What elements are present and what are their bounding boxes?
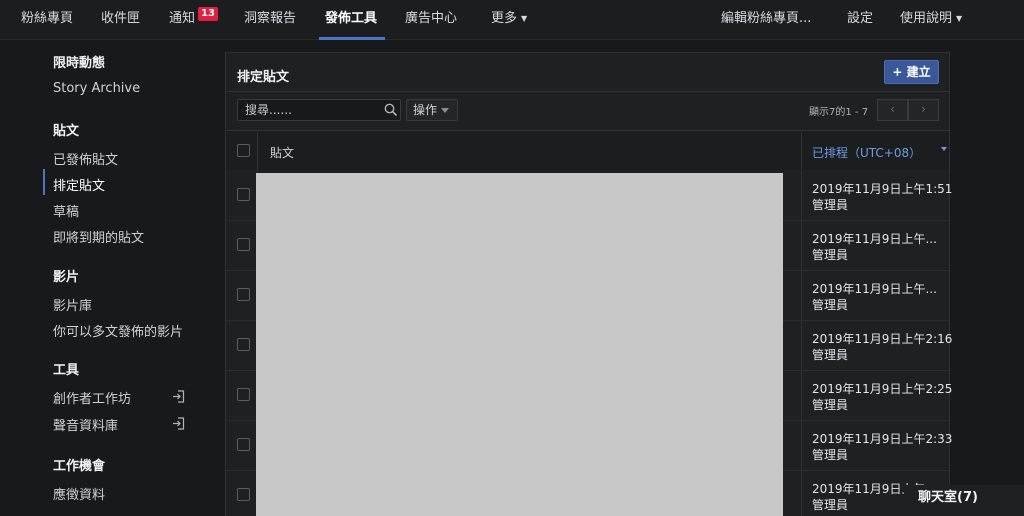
- row-checkbox[interactable]: [237, 288, 250, 301]
- caret-down-icon: [441, 108, 449, 113]
- nav-ad-center[interactable]: 廣告中心: [405, 0, 457, 40]
- table-header: 貼文 已排程（UTC+08）: [226, 131, 949, 170]
- column-header-post: 貼文: [270, 146, 295, 160]
- column-divider: [801, 321, 802, 371]
- nav-edit-page[interactable]: 編輯粉絲專頁...: [721, 0, 811, 40]
- post-author: 管理員: [812, 248, 849, 262]
- scheduled-time: 2019年11月9日上午2:33: [812, 432, 953, 446]
- notification-badge: 13: [198, 7, 218, 21]
- sidebar-item-video-library[interactable]: 影片庫: [53, 295, 92, 314]
- next-page-button[interactable]: ›: [908, 99, 939, 121]
- row-checkbox[interactable]: [237, 238, 250, 251]
- sidebar-active-indicator: [43, 169, 45, 195]
- external-link-icon[interactable]: [172, 390, 185, 403]
- column-divider: [257, 131, 258, 170]
- scheduled-time: 2019年11月9日上午1:51: [812, 182, 953, 196]
- row-checkbox[interactable]: [237, 488, 250, 501]
- row-checkbox[interactable]: [237, 338, 250, 351]
- sidebar-heading-posts: 貼文: [53, 124, 80, 139]
- sidebar-item-sound-collection[interactable]: 聲音資料庫: [53, 415, 118, 434]
- actions-dropdown-label: 操作: [413, 103, 438, 117]
- column-divider: [801, 371, 802, 421]
- nav-insights-label: 洞察報告: [244, 11, 297, 26]
- sidebar-item-story-archive[interactable]: Story Archive: [53, 81, 140, 96]
- nav-more-label: 更多: [491, 11, 518, 26]
- sidebar-item-crosspost-videos[interactable]: 你可以多文發佈的影片: [53, 321, 183, 340]
- sort-descending-icon[interactable]: [941, 147, 947, 151]
- nav-notifications-label: 通知: [169, 11, 196, 26]
- external-link-icon[interactable]: [172, 417, 185, 430]
- scheduled-time: 2019年11月9日上午2:16: [812, 332, 953, 346]
- sidebar-heading-tools: 工具: [53, 363, 80, 378]
- sidebar: 限時動態 Story Archive 貼文 已發佈貼文 排定貼文 草稿 即將到期…: [0, 41, 222, 516]
- caret-down-icon: ▼: [956, 14, 963, 23]
- caret-down-icon: ▼: [521, 14, 528, 23]
- row-checkbox[interactable]: [237, 438, 250, 451]
- nav-page-label: 粉絲專頁: [21, 11, 74, 26]
- post-author: 管理員: [812, 298, 849, 312]
- top-nav: 粉絲專頁 收件匣 通知 13 洞察報告 發佈工具 廣告中心 更多 ▼ 編輯粉絲專頁.…: [0, 0, 1024, 40]
- chat-tab[interactable]: 聊天室(7): [904, 485, 1024, 516]
- nav-publishing-tools[interactable]: 發佈工具: [325, 0, 377, 40]
- sidebar-heading-stories: 限時動態: [53, 56, 106, 71]
- sidebar-item-drafts[interactable]: 草稿: [53, 201, 79, 220]
- column-divider: [801, 221, 802, 271]
- column-divider: [801, 471, 802, 516]
- select-all-checkbox[interactable]: [237, 144, 250, 157]
- create-button[interactable]: + 建立: [884, 60, 939, 84]
- nav-insights[interactable]: 洞察報告: [244, 0, 296, 40]
- plus-icon: +: [892, 65, 907, 79]
- row-checkbox[interactable]: [237, 388, 250, 401]
- nav-edit-page-label: 編輯粉絲專頁...: [721, 11, 812, 26]
- post-author: 管理員: [812, 398, 849, 412]
- column-divider: [801, 171, 802, 221]
- search-icon[interactable]: [384, 103, 398, 117]
- actions-dropdown[interactable]: 操作: [406, 99, 458, 121]
- post-author: 管理員: [812, 448, 849, 462]
- column-divider: [801, 421, 802, 471]
- post-author: 管理員: [812, 348, 849, 362]
- scheduled-time: 2019年11月9日上午...: [812, 282, 937, 296]
- post-author: 管理員: [812, 498, 849, 512]
- column-divider: [801, 271, 802, 321]
- result-count: 顯示7的1 - 7: [809, 107, 869, 118]
- nav-inbox[interactable]: 收件匣: [101, 0, 140, 40]
- sidebar-item-scheduled-posts[interactable]: 排定貼文: [53, 175, 105, 194]
- panel-title: 排定貼文: [237, 70, 290, 85]
- nav-publishing-tools-label: 發佈工具: [325, 11, 378, 26]
- nav-settings-label: 設定: [847, 11, 874, 26]
- create-button-label: 建立: [906, 65, 931, 79]
- search-input[interactable]: [238, 100, 378, 120]
- active-tab-indicator: [319, 37, 385, 40]
- sidebar-heading-videos: 影片: [53, 270, 80, 285]
- sidebar-item-expiring-posts[interactable]: 即將到期的貼文: [53, 227, 144, 246]
- divider: [226, 91, 949, 92]
- nav-inbox-label: 收件匣: [101, 11, 141, 26]
- nav-ad-center-label: 廣告中心: [405, 11, 458, 26]
- column-header-scheduled[interactable]: 已排程（UTC+08）: [812, 144, 921, 161]
- previous-page-button[interactable]: ‹: [877, 99, 908, 121]
- sidebar-heading-jobs: 工作機會: [53, 459, 106, 474]
- nav-help-label: 使用說明: [900, 11, 953, 26]
- search-box: [237, 99, 401, 121]
- nav-settings[interactable]: 設定: [847, 0, 873, 40]
- sidebar-item-published-posts[interactable]: 已發佈貼文: [53, 149, 118, 168]
- chat-tab-label: 聊天室(7): [918, 490, 978, 505]
- sidebar-item-creator-studio[interactable]: 創作者工作坊: [53, 388, 131, 407]
- sidebar-item-applications[interactable]: 應徵資料: [53, 484, 105, 503]
- nav-more[interactable]: 更多 ▼: [491, 0, 527, 40]
- column-divider: [801, 131, 802, 170]
- post-author: 管理員: [812, 198, 849, 212]
- nav-page[interactable]: 粉絲專頁: [21, 0, 73, 40]
- scheduled-time: 2019年11月9日上午2:25: [812, 382, 953, 396]
- nav-help[interactable]: 使用說明 ▼: [900, 0, 962, 40]
- scheduled-time: 2019年11月9日上午...: [812, 232, 937, 246]
- row-checkbox[interactable]: [237, 188, 250, 201]
- redacted-post-previews: [256, 173, 783, 516]
- nav-notifications[interactable]: 通知 13: [169, 0, 218, 40]
